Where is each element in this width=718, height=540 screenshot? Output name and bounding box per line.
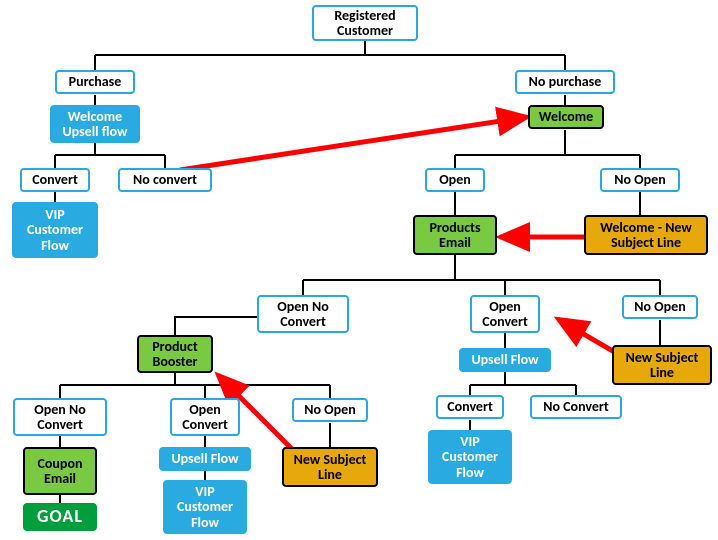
- label: No Open: [634, 299, 685, 314]
- node-registered-customer: Registered Customer: [312, 5, 418, 41]
- label: Open Convert: [478, 299, 532, 330]
- node-upsell-flow-2: Upsell Flow: [459, 348, 551, 372]
- label: Welcome - New Subject Line: [592, 220, 700, 251]
- node-open-no-convert-4: Open No Convert: [13, 398, 107, 436]
- label: Welcome Upsell flow: [58, 109, 132, 140]
- label: No Open: [304, 402, 355, 417]
- label: Convert: [32, 172, 78, 187]
- node-open-convert-4: Open Convert: [170, 398, 240, 436]
- node-no-open-2: No Open: [622, 295, 698, 319]
- label: Upsell Flow: [171, 451, 238, 466]
- label: No convert: [133, 172, 197, 187]
- node-open-no-convert-2: Open No Convert: [257, 295, 349, 333]
- label: Convert: [447, 399, 493, 414]
- node-open-convert-2: Open Convert: [470, 295, 540, 333]
- node-open-1: Open: [425, 168, 485, 192]
- node-vip-flow-4: VIP Customer Flow: [163, 480, 247, 534]
- label: Open No Convert: [21, 402, 99, 433]
- node-products-email: Products Email: [413, 215, 497, 255]
- node-purchase: Purchase: [55, 70, 135, 94]
- node-no-convert-3: No Convert: [530, 395, 622, 419]
- node-coupon-email: Coupon Email: [23, 447, 97, 495]
- label: No Convert: [543, 399, 609, 414]
- label: No Open: [614, 172, 665, 187]
- label: VIP Customer Flow: [20, 207, 90, 253]
- label: GOAL: [37, 507, 83, 527]
- label: New Subject Line: [620, 350, 704, 381]
- label: Registered Customer: [320, 8, 410, 39]
- node-convert-3: Convert: [436, 395, 504, 419]
- node-welcome-upsell-flow: Welcome Upsell flow: [50, 105, 140, 143]
- label: No purchase: [529, 74, 602, 89]
- label: Product Booster: [145, 339, 205, 370]
- node-no-purchase: No purchase: [515, 70, 615, 94]
- label: Purchase: [69, 74, 122, 89]
- label: Coupon Email: [31, 456, 89, 487]
- node-no-open-1: No Open: [600, 168, 680, 192]
- label: New Subject Line: [290, 452, 370, 483]
- node-new-subject-2: New Subject Line: [612, 345, 712, 385]
- label: Products Email: [421, 220, 489, 251]
- node-upsell-flow-4: Upsell Flow: [159, 447, 251, 471]
- node-convert-1: Convert: [20, 168, 90, 192]
- label: Open No Convert: [265, 299, 341, 330]
- label: Upsell Flow: [471, 352, 538, 367]
- node-welcome-new-subject: Welcome - New Subject Line: [584, 215, 708, 255]
- label: Welcome: [539, 109, 593, 124]
- node-vip-flow-3: VIP Customer Flow: [428, 430, 512, 484]
- node-vip-flow-1: VIP Customer Flow: [12, 202, 98, 258]
- node-welcome: Welcome: [528, 105, 604, 129]
- node-new-subject-4: New Subject Line: [282, 447, 378, 487]
- node-goal: GOAL: [23, 503, 97, 531]
- label: Open: [439, 172, 471, 187]
- label: VIP Customer Flow: [171, 484, 239, 530]
- label: VIP Customer Flow: [436, 434, 504, 480]
- node-product-booster: Product Booster: [137, 335, 213, 373]
- node-no-convert-1: No convert: [118, 168, 212, 192]
- label: Open Convert: [178, 402, 232, 433]
- node-no-open-4: No Open: [292, 398, 368, 422]
